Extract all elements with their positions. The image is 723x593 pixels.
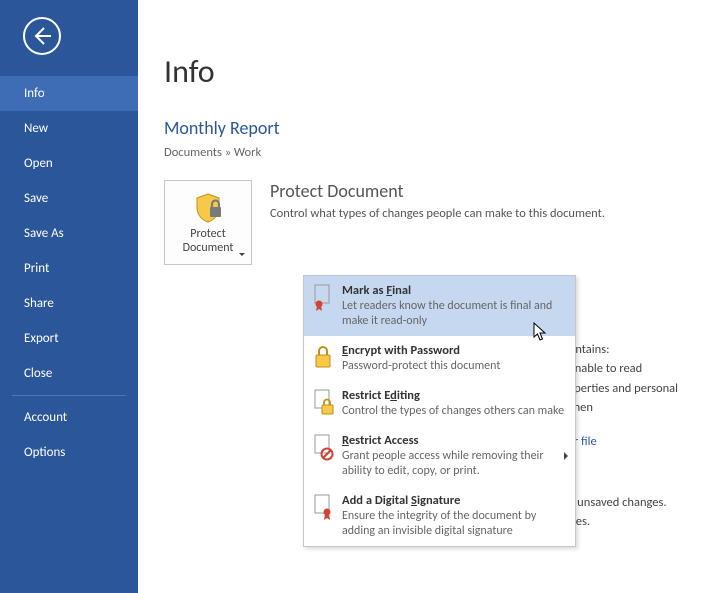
- shield-lock-icon: [192, 192, 224, 224]
- sidebar-item-info[interactable]: Info: [0, 76, 138, 111]
- page-ribbon-icon: [310, 493, 336, 521]
- sidebar-item-share[interactable]: Share: [0, 286, 138, 321]
- sidebar-item-label: New: [24, 121, 48, 136]
- sidebar-item-options[interactable]: Options: [0, 435, 138, 470]
- menu-item-description: Control the types of changes others can …: [342, 404, 567, 419]
- menu-item-description: Let readers know the document is final a…: [342, 299, 567, 329]
- menu-item-title: Add a Digital Signature: [342, 493, 567, 508]
- main-content: Info Monthly Report Documents » Work Pro…: [138, 0, 723, 593]
- menu-item-title: Encrypt with Password: [342, 343, 567, 358]
- sidebar: Info New Open Save Save As Print Share Export Cl…: [0, 0, 138, 593]
- sidebar-item-account[interactable]: Account: [0, 400, 138, 435]
- menu-item-add-a-digital-signature[interactable]: Add a Digital SignatureEnsure the integr…: [304, 486, 575, 546]
- sidebar-item-label: Close: [24, 366, 52, 381]
- sidebar-item-print[interactable]: Print: [0, 251, 138, 286]
- page-title: Info: [164, 52, 723, 91]
- chevron-down-icon: [239, 253, 245, 256]
- sidebar-item-label: Options: [24, 445, 65, 460]
- sidebar-item-label: Open: [24, 156, 53, 171]
- sidebar-divider: [12, 395, 126, 396]
- menu-item-description: Password-protect this document: [342, 359, 567, 374]
- menu-item-title: Restrict Editing: [342, 388, 567, 403]
- page-lock-icon: [310, 388, 336, 416]
- menu-item-encrypt-with-password[interactable]: Encrypt with PasswordPassword-protect th…: [304, 336, 575, 381]
- menu-item-description: Grant people access while removing their…: [342, 449, 567, 479]
- sidebar-item-label: Export: [24, 331, 59, 346]
- menu-item-title: Restrict Access: [342, 433, 567, 448]
- back-arrow-icon: [22, 16, 62, 56]
- sidebar-item-label: Save As: [24, 226, 64, 241]
- ribbon-icon: [310, 283, 336, 311]
- sidebar-item-label: Print: [24, 261, 49, 276]
- lock-icon: [310, 343, 336, 371]
- sidebar-item-label: Share: [24, 296, 54, 311]
- document-title: Monthly Report: [164, 117, 723, 139]
- menu-item-description: Ensure the integrity of the document by …: [342, 509, 567, 539]
- sidebar-item-label: Account: [24, 410, 67, 425]
- sidebar-item-close[interactable]: Close: [0, 356, 138, 391]
- protect-document-button[interactable]: Protect Document: [164, 180, 252, 265]
- menu-item-restrict-editing[interactable]: Restrict EditingControl the types of cha…: [304, 381, 575, 426]
- sidebar-item-new[interactable]: New: [0, 111, 138, 146]
- sidebar-item-export[interactable]: Export: [0, 321, 138, 356]
- page-no-icon: [310, 433, 336, 461]
- sidebar-item-save-as[interactable]: Save As: [0, 216, 138, 251]
- sidebar-item-open[interactable]: Open: [0, 146, 138, 181]
- back-button[interactable]: [22, 16, 62, 56]
- protect-description: Control what types of changes people can…: [270, 206, 723, 221]
- sidebar-item-save[interactable]: Save: [0, 181, 138, 216]
- menu-item-mark-as-final[interactable]: Mark as FinalLet readers know the docume…: [304, 276, 575, 336]
- sidebar-item-label: Info: [24, 86, 45, 101]
- menu-item-title: Mark as Final: [342, 283, 567, 298]
- protect-document-menu: Mark as FinalLet readers know the docume…: [303, 275, 576, 547]
- breadcrumb: Documents » Work: [164, 145, 723, 160]
- backstage-view: Info New Open Save Save As Print Share Export Cl…: [0, 0, 723, 593]
- sidebar-item-label: Save: [24, 191, 48, 206]
- protect-heading: Protect Document: [270, 180, 723, 202]
- protect-button-label: Protect Document: [183, 228, 234, 256]
- menu-item-restrict-access[interactable]: Restrict AccessGrant people access while…: [304, 426, 575, 486]
